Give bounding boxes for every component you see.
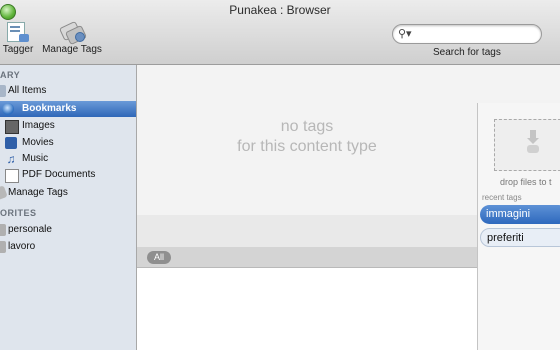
tagger-button[interactable]: Tagger xyxy=(0,22,36,55)
images-icon xyxy=(5,120,19,134)
tagger-panel: drop files to t recent tags immagini pre… xyxy=(477,103,560,350)
file-drop-zone[interactable] xyxy=(494,119,560,171)
tag-icon xyxy=(0,224,6,236)
sidebar-item-label: Images xyxy=(22,120,55,131)
sidebar-item-label: Music xyxy=(22,153,49,164)
filter-all-button[interactable]: All xyxy=(147,251,171,264)
drop-arrow-icon xyxy=(526,130,540,153)
all-items-icon xyxy=(0,85,6,97)
sidebar: ARY All Items Bookmarks Images Movies ♫ … xyxy=(0,65,137,350)
recent-tag-preferiti[interactable]: preferiti xyxy=(480,228,560,247)
sidebar-item-label: PDF Documents xyxy=(22,169,96,180)
library-section-header: ARY xyxy=(0,70,21,80)
sidebar-item-label: All Items xyxy=(8,85,47,96)
recent-tag-immagini[interactable]: immagini xyxy=(480,205,560,224)
sidebar-item-images[interactable]: Images xyxy=(0,118,136,134)
music-icon: ♫ xyxy=(6,152,16,166)
title-toolbar: Punakea : Browser Tagger Manage Tags ⚲▾ … xyxy=(0,0,560,65)
punakea-browser-window: Punakea : Browser Tagger Manage Tags ⚲▾ … xyxy=(0,0,560,350)
sidebar-item-pdf-documents[interactable]: PDF Documents xyxy=(0,167,136,183)
search-field[interactable]: ⚲▾ xyxy=(392,24,542,44)
empty-state-line2: for this content type xyxy=(237,138,377,155)
window-title: Punakea : Browser xyxy=(229,3,331,17)
favorite-label: personale xyxy=(8,224,52,235)
search-caption: Search for tags xyxy=(433,47,501,58)
search-input[interactable] xyxy=(415,26,537,42)
sidebar-item-label: Bookmarks xyxy=(22,103,77,114)
empty-state-line1: no tags xyxy=(280,118,334,135)
sidebar-favorite-lavoro[interactable]: lavoro xyxy=(0,239,136,255)
sidebar-item-label: Manage Tags xyxy=(8,187,68,198)
manage-tags-icon xyxy=(58,20,88,46)
sidebar-item-bookmarks[interactable]: Bookmarks xyxy=(0,101,136,117)
manage-tags-button[interactable]: Manage Tags xyxy=(42,20,102,55)
sidebar-item-manage-tags[interactable]: Manage Tags xyxy=(0,185,136,201)
sidebar-favorite-personale[interactable]: personale xyxy=(0,222,136,238)
sidebar-item-all-items[interactable]: All Items xyxy=(0,83,136,99)
drop-zone-caption: drop files to t xyxy=(500,177,552,187)
search-icon[interactable]: ⚲▾ xyxy=(398,27,412,40)
tagger-icon xyxy=(7,22,29,42)
bookmarks-icon xyxy=(2,103,14,115)
recent-tags-label: recent tags xyxy=(482,193,522,202)
favorite-label: lavoro xyxy=(8,241,36,252)
sidebar-item-movies[interactable]: Movies xyxy=(0,135,136,151)
pdf-icon xyxy=(5,169,19,183)
tag-icon xyxy=(0,241,6,253)
favorites-section-header: ORITES xyxy=(0,208,37,218)
manage-tags-icon xyxy=(0,185,8,201)
manage-tags-label: Manage Tags xyxy=(42,44,102,55)
tagger-label: Tagger xyxy=(2,44,34,55)
sidebar-item-label: Movies xyxy=(22,137,54,148)
movies-icon xyxy=(5,137,17,149)
sidebar-item-music[interactable]: ♫ Music xyxy=(0,151,136,167)
